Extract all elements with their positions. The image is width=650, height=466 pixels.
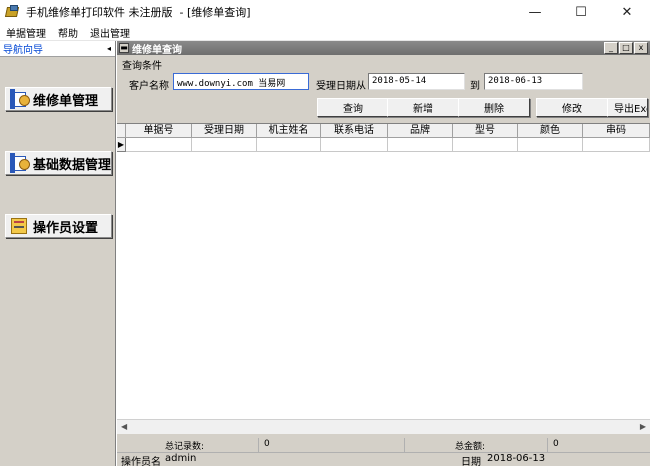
maximize-button[interactable]: ☐ xyxy=(558,0,604,24)
database-icon xyxy=(10,153,30,173)
table-cell[interactable] xyxy=(518,138,583,152)
total-amount-label: 总金额: xyxy=(455,442,486,452)
nav-panel: 导航向导 ◂ 维修单管理 基础数据管理 操作员设置 xyxy=(0,41,116,466)
date-label: 日期 xyxy=(461,457,481,466)
child-minimize-button[interactable]: _ xyxy=(604,42,618,54)
table-cell[interactable] xyxy=(583,138,650,152)
nav-button-label: 维修单管理 xyxy=(33,93,99,109)
horizontal-scrollbar[interactable]: ◀ ▶ xyxy=(117,419,650,434)
table-cell[interactable] xyxy=(192,138,257,152)
repair-doc-icon xyxy=(10,89,30,109)
date-value: 2018-06-13 xyxy=(487,453,546,464)
date-from-label: 受理日期从 xyxy=(316,81,366,92)
scroll-right-icon[interactable]: ▶ xyxy=(640,422,646,431)
customer-label: 客户名称 xyxy=(129,81,169,92)
record-count-value: 0 xyxy=(264,439,270,449)
title-bar: 手机维修单打印软件 未注册版 - [维修单查询] — ☐ ✕ xyxy=(0,0,650,24)
edit-button[interactable]: 修改 xyxy=(536,98,608,117)
child-title: 维修单查询 xyxy=(132,44,182,56)
menu-exit[interactable]: 退出管理 xyxy=(84,25,136,40)
table-cell[interactable] xyxy=(126,138,192,152)
query-button[interactable]: 查询 xyxy=(317,98,389,117)
nav-header: 导航向导 ◂ xyxy=(0,41,115,57)
status-bar: 操作员名 admin 日期 2018-06-13 xyxy=(117,452,650,466)
column-header[interactable]: 品牌 xyxy=(388,124,453,138)
date-to-label: 到 xyxy=(470,81,480,92)
column-header[interactable]: 颜色 xyxy=(518,124,583,138)
row-indicator-icon: ▶ xyxy=(117,138,126,152)
menu-bar: 单据管理 帮助 退出管理 xyxy=(0,24,650,41)
minimize-button[interactable]: — xyxy=(512,0,558,24)
summary-row: 总记录数: 0 总金额: 0 xyxy=(117,438,650,452)
child-close-button[interactable]: x xyxy=(634,42,648,54)
table-cell[interactable] xyxy=(388,138,453,152)
query-window: ▬ 维修单查询 _ □ x 查询条件 客户名称 www.downyi.com 当… xyxy=(117,41,650,466)
operator-icon xyxy=(10,216,30,236)
query-section-label: 查询条件 xyxy=(122,61,162,72)
scroll-left-icon[interactable]: ◀ xyxy=(121,422,127,431)
nav-button-base-data[interactable]: 基础数据管理 xyxy=(5,151,112,175)
child-maximize-button[interactable]: □ xyxy=(619,42,633,54)
record-count-label: 总记录数: xyxy=(165,442,205,452)
date-from-input[interactable]: 2018-05-14 xyxy=(368,73,465,90)
nav-button-label: 操作员设置 xyxy=(33,220,99,236)
add-button[interactable]: 新增 xyxy=(387,98,459,117)
operator-label: 操作员名 xyxy=(121,457,161,466)
column-header[interactable]: 串码 xyxy=(583,124,650,138)
operator-value: admin xyxy=(165,453,197,464)
delete-button[interactable]: 删除 xyxy=(458,98,530,117)
system-menu-icon[interactable]: ▬ xyxy=(119,43,129,53)
grid-corner xyxy=(117,124,126,138)
child-title-bar: ▬ 维修单查询 _ □ x xyxy=(117,41,650,56)
column-header[interactable]: 联系电话 xyxy=(321,124,388,138)
column-header[interactable]: 型号 xyxy=(453,124,518,138)
table-cell[interactable] xyxy=(321,138,388,152)
column-header[interactable]: 受理日期 xyxy=(192,124,257,138)
app-icon xyxy=(4,5,20,19)
grid-header: 单据号 受理日期 机主姓名 联系电话 品牌 型号 颜色 串码 xyxy=(117,124,650,138)
nav-button-repair-orders[interactable]: 维修单管理 xyxy=(5,87,112,111)
column-header[interactable]: 单据号 xyxy=(126,124,192,138)
nav-button-label: 基础数据管理 xyxy=(33,157,112,173)
collapse-icon[interactable]: ◂ xyxy=(107,44,111,53)
window-title: 手机维修单打印软件 未注册版 - [维修单查询] xyxy=(26,6,251,19)
results-grid[interactable]: 单据号 受理日期 机主姓名 联系电话 品牌 型号 颜色 串码 ▶ xyxy=(117,123,650,434)
table-cell[interactable] xyxy=(453,138,518,152)
close-button[interactable]: ✕ xyxy=(604,0,650,24)
export-excel-button[interactable]: 导出Excel xyxy=(607,98,648,117)
table-row[interactable]: ▶ xyxy=(117,138,650,152)
menu-documents[interactable]: 单据管理 xyxy=(0,25,52,40)
nav-header-label: 导航向导 xyxy=(3,45,43,56)
menu-help[interactable]: 帮助 xyxy=(52,25,84,40)
column-header[interactable]: 机主姓名 xyxy=(257,124,321,138)
customer-name-input[interactable]: www.downyi.com 当易网 xyxy=(173,73,309,90)
table-cell[interactable] xyxy=(257,138,321,152)
total-amount-value: 0 xyxy=(553,439,559,449)
nav-button-operators[interactable]: 操作员设置 xyxy=(5,214,112,238)
date-to-input[interactable]: 2018-06-13 xyxy=(484,73,583,90)
